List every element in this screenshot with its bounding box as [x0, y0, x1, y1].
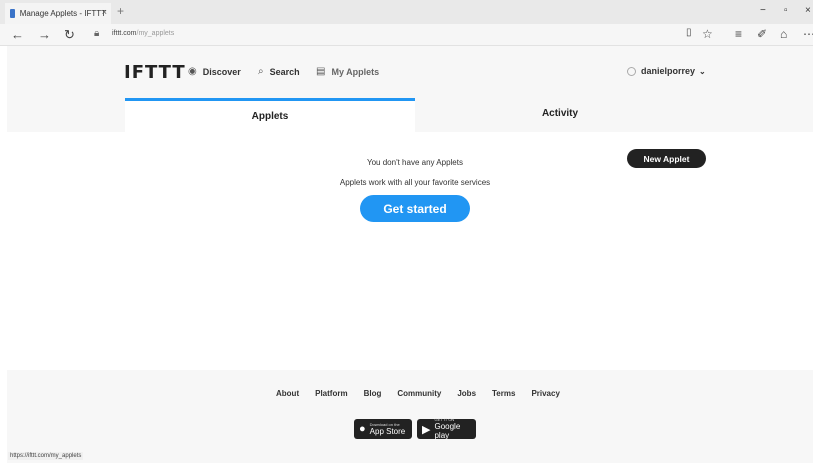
avatar [627, 66, 636, 76]
footer-link-terms[interactable]: Terms [492, 389, 515, 398]
tab-applets-label: Applets [251, 111, 289, 122]
footer-link-about[interactable]: About [276, 389, 299, 398]
ifttt-logo[interactable]: IFTTT [124, 62, 186, 83]
nav-search-label: Search [269, 66, 300, 77]
forward-icon[interactable]: → [38, 27, 51, 42]
browser-tab[interactable]: Manage Applets - IFTTT × [5, 3, 111, 24]
nav-my-applets[interactable]: ▤ My Applets [316, 66, 379, 77]
footer-link-privacy[interactable]: Privacy [531, 389, 559, 398]
applets-icon: ▤ [316, 66, 326, 77]
chevron-down-icon: ⌄ [699, 66, 706, 76]
favicon-icon [10, 9, 15, 18]
tab-applets[interactable]: Applets [125, 98, 415, 132]
nav-discover-label: Discover [202, 66, 241, 77]
share-icon[interactable]: ⌂ [780, 27, 787, 41]
google-play-badge[interactable]: ▶ GET IT ON Google play [417, 418, 476, 440]
browser-tab-bar: Manage Applets - IFTTT × + − ▫ × [0, 0, 813, 24]
hub-icon[interactable]: ≡ [735, 27, 742, 41]
nav-my-applets-label: My Applets [331, 66, 380, 77]
url-path: /my_applets [136, 30, 175, 37]
eye-icon: ◉ [188, 66, 197, 77]
footer-link-community[interactable]: Community [397, 389, 441, 398]
restore-icon[interactable]: ▫ [784, 5, 788, 16]
search-icon: ⌕ [258, 66, 264, 77]
empty-state-title: You don't have any Applets [367, 158, 463, 167]
minimize-icon[interactable]: − [760, 5, 766, 16]
more-icon[interactable]: ⋯ [803, 27, 813, 41]
user-menu[interactable]: danielporrey ⌄ [627, 66, 706, 76]
nav-search[interactable]: ⌕ Search [258, 66, 300, 77]
footer-link-blog[interactable]: Blog [364, 389, 382, 398]
reading-view-icon[interactable]: ▯ [686, 27, 692, 38]
footer-link-jobs[interactable]: Jobs [457, 389, 476, 398]
tab-title: Manage Applets - IFTTT [19, 9, 106, 18]
url-field[interactable]: ifttt.com/my_applets [112, 30, 174, 37]
username: danielporrey [641, 66, 696, 76]
app-store-small-label: Download on the [369, 421, 400, 427]
footer-link-platform[interactable]: Platform [315, 389, 347, 398]
play-icon: ▶ [422, 423, 431, 436]
address-bar: ← → ↻ 🔒︎ ifttt.com/my_applets ▯ ☆ ≡ ✐ ⌂ … [0, 24, 813, 46]
tab-close-icon[interactable]: × [102, 7, 107, 17]
empty-state-subtitle: Applets work with all your favorite serv… [339, 178, 491, 187]
applets-tabs: Applets Activity [125, 98, 705, 132]
get-started-button[interactable]: Get started [360, 195, 470, 222]
refresh-icon[interactable]: ↻ [64, 27, 75, 43]
google-play-label: Google play [434, 422, 461, 440]
footer-links: About Platform Blog Community Jobs Terms… [276, 389, 560, 398]
tab-activity[interactable]: Activity [415, 98, 705, 132]
site-header: IFTTT ◉ Discover ⌕ Search ▤ My Applets d… [7, 46, 813, 132]
app-store-badge[interactable]: ● Download on the App Store [354, 419, 412, 439]
nav-discover[interactable]: ◉ Discover [188, 66, 241, 77]
site-footer: About Platform Blog Community Jobs Terms… [7, 370, 813, 463]
new-tab-button[interactable]: + [117, 4, 124, 18]
tab-activity-label: Activity [541, 108, 579, 119]
back-icon[interactable]: ← [11, 27, 24, 42]
lock-icon: 🔒︎ [94, 28, 100, 39]
url-host: ifttt.com [112, 30, 137, 37]
favorite-star-icon[interactable]: ☆ [702, 27, 713, 41]
apple-icon: ● [359, 423, 366, 435]
notes-icon[interactable]: ✐ [757, 27, 767, 41]
app-store-label: App Store [369, 426, 406, 436]
status-bar-url: https://ifttt.com/my_applets [8, 452, 84, 460]
close-window-icon[interactable]: × [805, 5, 811, 16]
